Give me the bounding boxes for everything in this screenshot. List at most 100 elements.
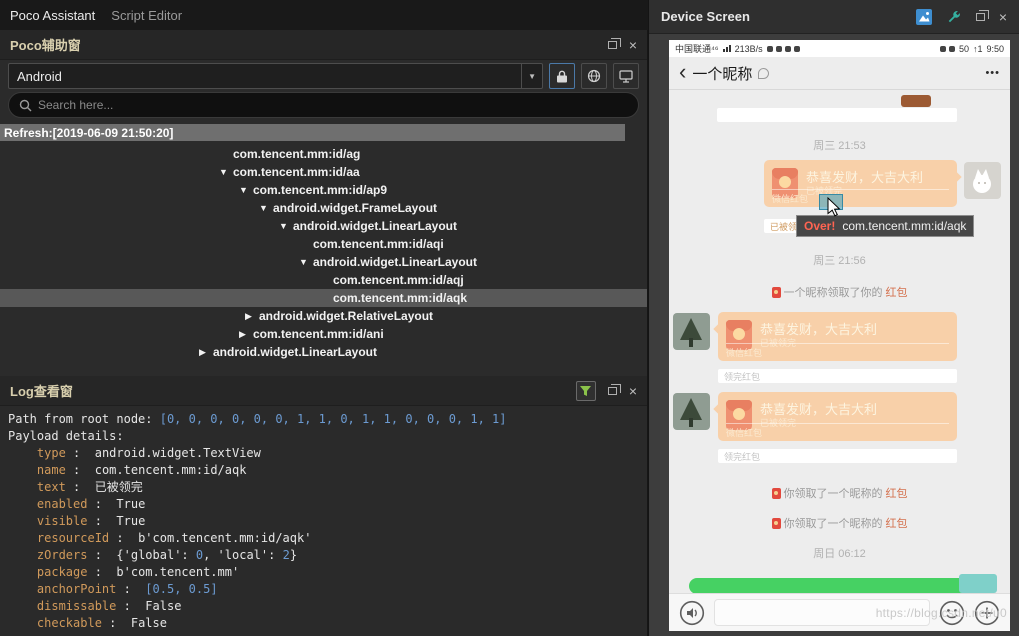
chat-timestamp: 周三 21:53 [669,137,1010,153]
red-envelope-bubble-received[interactable]: 恭喜发财，大吉大利 已被领完 微信红包 [718,392,957,441]
tree-node-label: com.tencent.mm:id/ap9 [253,183,387,197]
cat-avatar-image [964,162,1001,199]
device-mirror-area: 中国联通⁴⁶ 213B/s 50 ↑1 9:50 ‹ 一个昵称 [649,34,1019,636]
avatar[interactable] [673,393,710,430]
snapshot-button[interactable] [916,9,932,25]
tree-node[interactable]: ▼android.widget.LinearLayout [0,217,647,235]
tree-node[interactable]: com.tencent.mm:id/aqi [0,235,647,253]
csdn-watermark: https://blog.csdn.net/u0 [876,606,1007,620]
avatar[interactable] [673,313,710,350]
tree-node[interactable]: ▶android.widget.RelativeLayout [0,307,647,325]
globe-icon [587,69,601,83]
strip-label: 领完红包 [724,450,760,463]
close-icon[interactable]: × [629,38,637,52]
tree-node[interactable]: ▶ com.tencent.mm:id/ani [0,325,647,343]
expand-icon[interactable]: ▶ [199,347,206,358]
voice-icon[interactable] [679,600,705,626]
log-line: zOrders : {'global': 0, 'local': 2} [8,547,639,564]
earpiece-icon [758,68,769,79]
device-select[interactable]: Android ▼ [8,63,543,89]
tree-node-label: com.tencent.mm:id/aa [233,165,360,179]
poco-panel-title: Poco辅助窗 [10,35,81,54]
log-output: Path from root node: [0, 0, 0, 0, 0, 0, … [0,406,647,636]
red-envelope-link[interactable]: 红包 [886,515,908,531]
tooltip-tag: Over! [804,219,835,233]
tree-node[interactable]: ▼ com.tencent.mm:id/aa [0,163,647,181]
lock-icon [556,70,568,83]
tree-node[interactable]: com.tencent.mm:id/ag [0,145,647,163]
tree-node[interactable]: ▼ android.widget.LinearLayout [0,253,647,271]
tools-button[interactable] [946,9,962,25]
expand-icon[interactable]: ▶ [245,311,252,322]
envelope-type-label: 微信红包 [726,343,949,359]
tree-node-label: android.widget.LinearLayout [313,255,477,269]
log-line: dismissable : False [8,598,639,615]
system-message: 你领取了一个昵称的 红包 [669,515,1010,531]
log-line: Path from root node: [0, 0, 0, 0, 0, 0, … [8,411,639,428]
tooltip-node-id: com.tencent.mm:id/aqk [842,219,966,233]
image-thumbnail-partial [959,574,997,593]
log-line: resourceId : b'com.tencent.mm:id/aqk' [8,530,639,547]
device-screenshot[interactable]: 中国联通⁴⁶ 213B/s 50 ↑1 9:50 ‹ 一个昵称 [669,40,1010,631]
refresh-timestamp-row[interactable]: Refresh:[2019-06-09 21:50:20] [0,124,625,141]
chat-bubble-partial [901,95,931,107]
system-message-text: 你领取了一个昵称的 [784,515,883,531]
restore-icon[interactable] [976,13,985,21]
tree-node[interactable]: com.tencent.mm:id/aqj [0,271,647,289]
log-line: type : android.widget.TextView [8,445,639,462]
search-icon [19,99,32,112]
net-speed-label: 213B/s [735,44,763,54]
screencap-button[interactable] [613,63,639,89]
notification-pill-partial [689,578,989,593]
tab-script-editor[interactable]: Script Editor [111,8,182,23]
log-line: Payload details: [8,428,639,445]
avatar[interactable] [964,162,1001,199]
poco-hover-tooltip: Over! com.tencent.mm:id/aqk [796,215,974,237]
close-icon[interactable]: × [629,384,637,398]
device-status-bar: 中国联通⁴⁶ 213B/s 50 ↑1 9:50 [669,40,1010,57]
tab-poco-assistant[interactable]: Poco Assistant [10,8,95,23]
restore-icon[interactable] [608,387,617,395]
more-menu-icon[interactable]: ••• [985,67,1000,79]
chat-message-list[interactable]: 周三 21:53 恭喜发财，大吉大利 已被领完 微信红包 已被领完 [669,90,1010,593]
tree-node[interactable]: ▼ android.widget.FrameLayout [0,199,647,217]
red-envelope-icon [772,287,781,298]
tree-node-label: android.widget.FrameLayout [273,201,437,215]
tree-node[interactable]: com.tencent.mm:id/aqk [0,289,647,307]
tree-avatar-image [673,393,710,430]
collapse-icon[interactable]: ▼ [279,221,288,231]
log-line: name : com.tencent.mm:id/aqk [8,462,639,479]
search-input[interactable] [38,98,628,112]
tree-node[interactable]: ▶android.widget.LinearLayout [0,343,647,361]
collapse-icon[interactable]: ▼ [239,185,248,195]
filter-button[interactable] [576,381,596,401]
tree-node-label: com.tencent.mm:id/ag [233,147,360,161]
search-bar[interactable] [8,92,639,118]
refresh-button[interactable] [581,63,607,89]
chevron-down-icon: ▼ [521,64,542,88]
tree-node-label: com.tencent.mm:id/aqj [333,273,464,287]
red-envelope-bubble-sent[interactable]: 恭喜发财，大吉大利 已被领完 微信红包 [764,160,957,207]
red-envelope-link[interactable]: 红包 [886,284,908,300]
expand-icon[interactable]: ▶ [239,329,246,340]
restore-icon[interactable] [608,41,617,49]
lock-button[interactable] [549,63,575,89]
log-panel-header: Log查看窗 × [0,376,647,406]
log-line: anchorPoint : [0.5, 0.5] [8,581,639,598]
tree-node[interactable]: ▼ com.tencent.mm:id/ap9 [0,181,647,199]
clock-label: 9:50 [986,44,1004,54]
tree-node-label: com.tencent.mm:id/ani [253,327,384,341]
collapse-icon[interactable]: ▼ [299,257,308,267]
red-envelope-bubble-received[interactable]: 恭喜发财，大吉大利 已被领完 微信红包 [718,312,957,361]
system-message-text: 一个昵称领取了你的 [784,284,883,300]
status-icons [767,46,800,52]
back-icon[interactable]: ‹ [679,61,686,83]
red-envelope-link[interactable]: 红包 [886,485,908,501]
close-icon[interactable]: × [999,10,1007,24]
updown-label: ↑1 [973,44,983,54]
poco-panel-header: Poco辅助窗 × [0,30,647,60]
envelope-type-label: 微信红包 [726,423,949,439]
collapse-icon[interactable]: ▼ [259,203,268,213]
system-message: 一个昵称领取了你的 红包 [669,284,1010,300]
collapse-icon[interactable]: ▼ [219,167,228,177]
